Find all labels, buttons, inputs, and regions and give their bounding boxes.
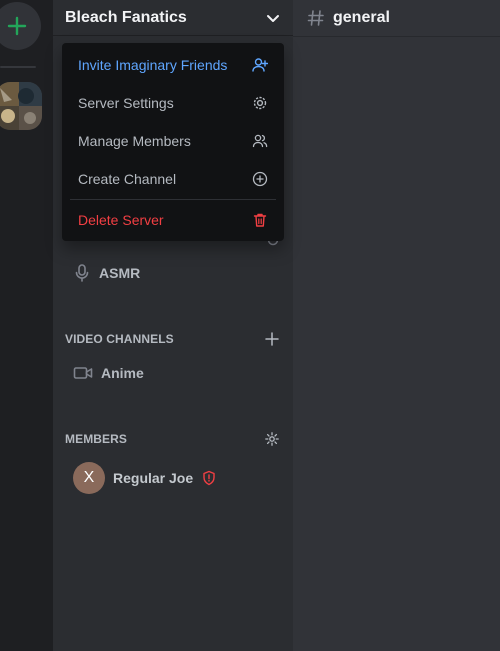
users-icon — [252, 134, 268, 148]
menu-invite-people[interactable]: Invite Imaginary Friends — [70, 49, 276, 81]
channel-label: ASMR — [99, 265, 141, 281]
member-name: Regular Joe — [113, 470, 194, 486]
server-dropdown-menu: Invite Imaginary Friends Server Settings… — [62, 43, 284, 241]
menu-manage-members[interactable]: Manage Members — [70, 125, 276, 157]
menu-item-label: Server Settings — [78, 95, 174, 111]
menu-item-label: Invite Imaginary Friends — [78, 57, 228, 73]
channel-label: Anime — [101, 365, 144, 381]
menu-server-settings[interactable]: Server Settings — [70, 87, 276, 119]
menu-item-label: Delete Server — [78, 212, 164, 228]
menu-item-label: Create Channel — [78, 171, 177, 187]
menu-delete-server[interactable]: Delete Server — [70, 204, 276, 236]
video-camera-icon — [73, 367, 93, 379]
chevron-down-icon — [267, 14, 279, 22]
video-channels-header: VIDEO CHANNELS — [65, 332, 174, 346]
server-image-icon — [0, 82, 42, 130]
channel-anime[interactable]: Anime — [73, 363, 144, 383]
menu-divider — [70, 199, 276, 200]
server-icon-bleach-fanatics[interactable] — [0, 82, 42, 130]
app-window: Bleach Fanatics ASMR VIDEO CHANNELS Anim… — [0, 0, 500, 651]
member-item[interactable]: X Regular Joe — [73, 462, 217, 494]
server-rail — [0, 0, 53, 651]
gear-icon — [253, 96, 267, 110]
menu-item-label: Manage Members — [78, 133, 191, 149]
members-header: MEMBERS — [65, 432, 128, 446]
channel-header: general — [293, 0, 500, 37]
menu-create-channel[interactable]: Create Channel — [70, 163, 276, 195]
plus-circle-icon — [252, 171, 268, 187]
channel-title: general — [333, 9, 390, 26]
add-server-button[interactable] — [0, 2, 41, 50]
gear-icon[interactable] — [265, 432, 279, 446]
shield-alert-icon — [203, 470, 215, 486]
rail-divider — [0, 66, 36, 68]
trash-icon — [253, 213, 267, 227]
plus-icon — [7, 16, 27, 36]
server-header[interactable]: Bleach Fanatics — [53, 0, 293, 36]
microphone-icon — [75, 264, 89, 282]
add-channel-icon[interactable] — [265, 332, 279, 346]
user-plus-icon — [252, 58, 268, 72]
channel-asmr[interactable]: ASMR — [73, 263, 140, 283]
server-name: Bleach Fanatics — [65, 8, 187, 26]
avatar: X — [73, 462, 105, 494]
hashtag-icon — [307, 10, 324, 26]
chat-area: general — [293, 0, 500, 651]
